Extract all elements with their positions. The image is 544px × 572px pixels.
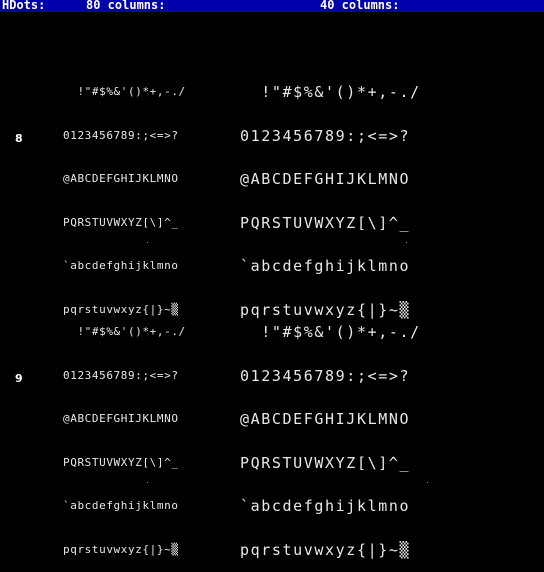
cursor-dot	[147, 482, 148, 483]
charset-80col-row9: !"#$%&'()*+,-./ 0123456789:;<=>? @ABCDEF…	[63, 296, 186, 572]
charset-line: @ABCDEFGHIJKLMNO	[63, 172, 179, 185]
hdots-label: HDots:	[2, 0, 46, 12]
charset-line: 0123456789:;<=>?	[240, 366, 411, 385]
header-bar: HDots: 80 columns: 40 columns:	[0, 0, 544, 12]
charset-line: PQRSTUVWXYZ[\]^_	[240, 213, 411, 232]
col80-label: 80 columns:	[86, 0, 166, 12]
row-label-8: 8	[15, 132, 23, 145]
col40-label: 40 columns:	[320, 0, 400, 12]
charset-line: 0123456789:;<=>?	[63, 368, 179, 382]
charset-line: pqrstuvwxyz{|}~▒	[63, 542, 179, 556]
charset-80col-row8: !"#$%&'()*+,-./ 0123456789:;<=>? @ABCDEF…	[63, 56, 186, 332]
charset-line: 0123456789:;<=>?	[240, 126, 411, 145]
charset-line: @ABCDEFGHIJKLMNO	[240, 170, 411, 188]
charset-line: `abcdefghijklmno	[240, 497, 411, 515]
charset-line: !"#$%&'()*+,-./	[240, 323, 421, 341]
row-label-9: 9	[15, 372, 23, 385]
cursor-dot	[147, 242, 148, 243]
charset-40col-row9: !"#$%&'()*+,-./ 0123456789:;<=>? @ABCDEF…	[240, 296, 421, 572]
charset-line: @ABCDEFGHIJKLMNO	[63, 412, 179, 425]
charset-line: @ABCDEFGHIJKLMNO	[240, 410, 411, 428]
charset-line: PQRSTUVWXYZ[\]^_	[63, 455, 179, 469]
charset-line: !"#$%&'()*+,-./	[63, 85, 186, 98]
charset-line: PQRSTUVWXYZ[\]^_	[240, 453, 411, 472]
charset-40col-row8: !"#$%&'()*+,-./ 0123456789:;<=>? @ABCDEF…	[240, 56, 421, 332]
charset-line: !"#$%&'()*+,-./	[63, 325, 186, 338]
charset-line: `abcdefghijklmno	[63, 499, 179, 512]
cursor-dot	[427, 482, 428, 483]
charset-line: 0123456789:;<=>?	[63, 128, 179, 142]
charset-line: PQRSTUVWXYZ[\]^_	[63, 215, 179, 229]
charset-line: !"#$%&'()*+,-./	[240, 83, 421, 101]
cursor-dot	[406, 242, 407, 243]
charset-line: `abcdefghijklmno	[63, 259, 179, 272]
charset-line: `abcdefghijklmno	[240, 257, 411, 275]
charset-line: pqrstuvwxyz{|}~▒	[240, 540, 411, 559]
